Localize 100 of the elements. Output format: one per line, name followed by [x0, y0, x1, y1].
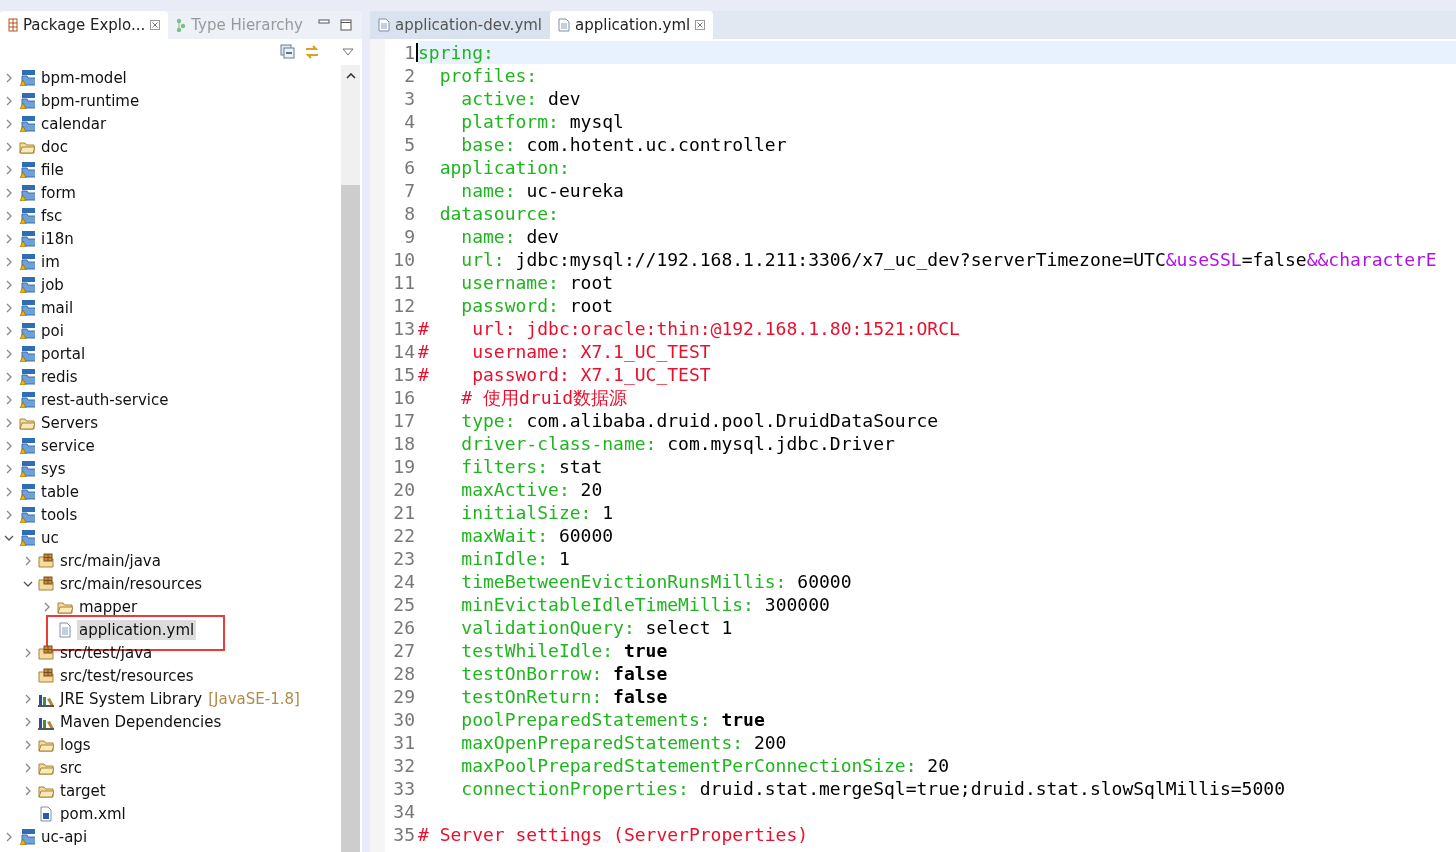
chevron-icon[interactable]: [4, 118, 14, 129]
code-text: application:: [438, 156, 570, 179]
chevron-icon[interactable]: [23, 716, 33, 727]
tree-item[interactable]: uc-api: [39, 826, 90, 847]
tree-item[interactable]: application.yml: [77, 619, 197, 640]
tree-item[interactable]: uc: [39, 527, 61, 548]
tree-item[interactable]: src/main/resources: [58, 573, 205, 594]
code-text: # password: X7.1_UC_TEST: [418, 363, 711, 386]
tab[interactable]: application-dev.yml: [370, 11, 551, 39]
project-folder-icon: [19, 506, 35, 523]
scrollbar-thumb[interactable]: [341, 185, 360, 852]
tree-item[interactable]: service: [39, 435, 97, 456]
chevron-icon[interactable]: [4, 831, 14, 842]
tree-item[interactable]: sys: [39, 458, 68, 479]
tree-item[interactable]: tools: [39, 504, 80, 525]
project-folder-icon: [19, 230, 35, 247]
tree-item[interactable]: portal: [39, 343, 88, 364]
line-number: 3: [403, 87, 416, 110]
code-text: mysql: [568, 110, 624, 133]
tree-item[interactable]: redis: [39, 366, 80, 387]
tree-item[interactable]: mapper: [77, 596, 140, 617]
line-number: 16: [392, 386, 416, 409]
line-number: 7: [403, 179, 416, 202]
tree-item[interactable]: src/test/resources: [58, 665, 196, 686]
tree-item[interactable]: pom.xml: [58, 803, 128, 824]
chevron-icon[interactable]: [23, 739, 33, 750]
tree-item[interactable]: file: [39, 159, 66, 180]
text-caret: [416, 43, 418, 62]
tab[interactable]: Package Explo...: [0, 11, 169, 39]
chevron-icon[interactable]: [4, 371, 14, 382]
chevron-icon[interactable]: [4, 72, 14, 83]
package-folder-icon: [38, 552, 54, 569]
chevron-icon[interactable]: [23, 693, 33, 704]
tree-item[interactable]: poi: [39, 320, 66, 341]
code-text: 60000: [557, 524, 614, 547]
tree-item[interactable]: target: [58, 780, 108, 801]
line-number: 33: [392, 777, 416, 800]
project-folder-icon: [19, 828, 35, 845]
tree-item[interactable]: JRE System Library: [58, 688, 205, 709]
chevron-icon[interactable]: [4, 279, 14, 290]
tree-item[interactable]: i18n: [39, 228, 76, 249]
collapse-all-icon[interactable]: [280, 44, 296, 60]
close-icon[interactable]: [150, 20, 161, 30]
chevron-icon[interactable]: [4, 187, 14, 198]
chevron-icon[interactable]: [4, 348, 14, 359]
tree-item[interactable]: rest-auth-service: [39, 389, 171, 410]
code-text: 1: [557, 547, 570, 570]
scroll-up-icon[interactable]: [345, 73, 356, 79]
chevron-icon[interactable]: [4, 164, 14, 175]
chevron-icon[interactable]: [23, 647, 33, 658]
tree-item[interactable]: calendar: [39, 113, 109, 134]
tree-item[interactable]: job: [39, 274, 66, 295]
chevron-icon[interactable]: [4, 233, 14, 244]
tab[interactable]: application.yml: [550, 11, 714, 39]
chevron-icon[interactable]: [23, 555, 33, 566]
line-number: 9: [403, 225, 416, 248]
tree-item[interactable]: fsc: [39, 205, 65, 226]
maximize-icon[interactable]: [340, 19, 352, 31]
chevron-icon[interactable]: [4, 440, 14, 451]
tree-item[interactable]: mail: [39, 297, 76, 318]
chevron-icon[interactable]: [4, 463, 14, 474]
chevron-icon[interactable]: [4, 394, 14, 405]
tree-item[interactable]: Servers: [39, 412, 100, 433]
tree-item[interactable]: table: [39, 481, 81, 502]
chevron-icon[interactable]: [42, 601, 52, 612]
tree-item[interactable]: bpm-model: [39, 67, 129, 88]
code-text: active:: [460, 87, 538, 110]
line-number: 28: [392, 662, 416, 685]
chevron-icon[interactable]: [4, 325, 14, 336]
chevron-icon[interactable]: [23, 762, 33, 773]
tree-item[interactable]: bpm-runtime: [39, 90, 142, 111]
chevron-icon[interactable]: [4, 302, 14, 313]
tree-item[interactable]: src/main/java: [58, 550, 163, 571]
line-number: 2: [403, 64, 416, 87]
tree-item[interactable]: Maven Dependencies: [58, 711, 224, 732]
chevron-icon[interactable]: [4, 256, 14, 267]
code-text: &useSSL: [1165, 248, 1242, 271]
project-folder-icon: [19, 483, 35, 500]
code-text: driver-class-name:: [460, 432, 657, 455]
tree-item[interactable]: form: [39, 182, 78, 203]
tree-item[interactable]: doc: [39, 136, 70, 157]
chevron-icon[interactable]: [4, 95, 14, 106]
close-icon[interactable]: [695, 20, 706, 30]
code-text: root: [568, 271, 614, 294]
tree-item[interactable]: im: [39, 251, 62, 272]
line-number: 22: [392, 524, 416, 547]
chevron-icon[interactable]: [4, 210, 14, 221]
chevron-icon[interactable]: [23, 785, 33, 796]
code-text: dev: [525, 225, 559, 248]
chevron-icon[interactable]: [4, 417, 14, 428]
chevron-icon[interactable]: [4, 509, 14, 520]
link-arrows-icon[interactable]: [304, 44, 320, 60]
tree-item[interactable]: logs: [58, 734, 93, 755]
scrollbar[interactable]: [341, 65, 360, 852]
view-menu-icon[interactable]: [342, 48, 354, 56]
chevron-icon[interactable]: [4, 141, 14, 152]
line-number: 20: [392, 478, 416, 501]
tree-item[interactable]: src: [58, 757, 84, 778]
chevron-icon[interactable]: [4, 486, 14, 497]
document-icon: [378, 18, 390, 32]
